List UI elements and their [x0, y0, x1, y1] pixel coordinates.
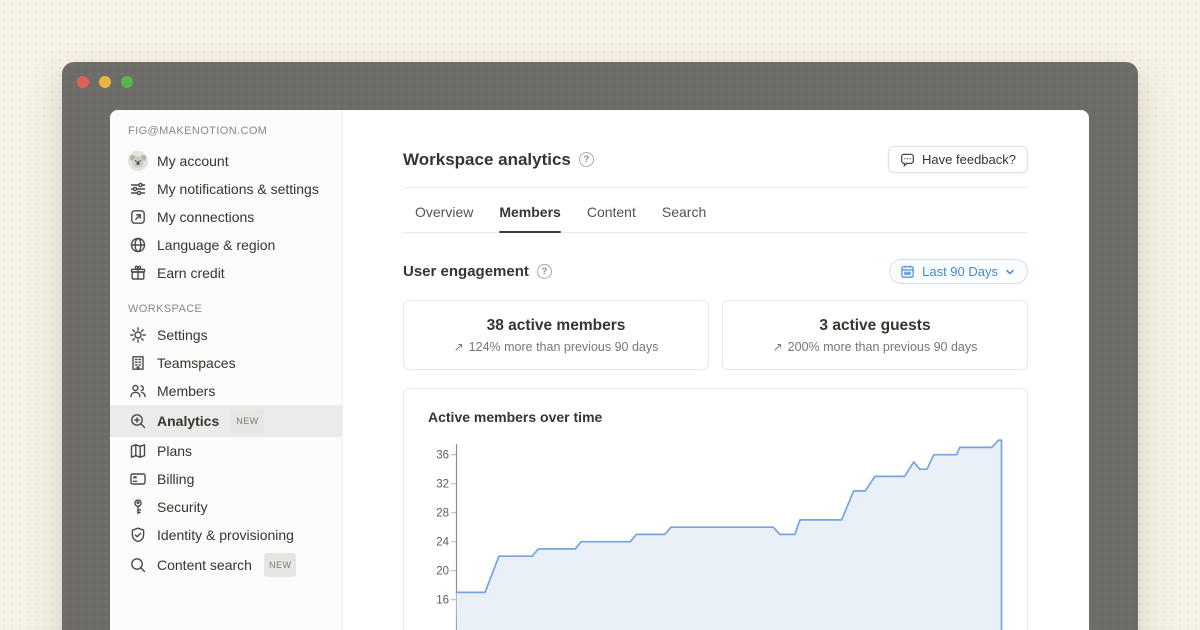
sidebar-item-plans[interactable]: Plans [110, 437, 342, 465]
map-icon [128, 441, 148, 461]
magnifier-icon [128, 555, 148, 575]
sidebar-item-billing[interactable]: Billing [110, 465, 342, 493]
sidebar-item-my-connections[interactable]: My connections [110, 203, 342, 231]
traffic-light-zoom[interactable] [121, 76, 133, 88]
date-range-label: Last 90 Days [922, 264, 998, 279]
tab-search[interactable]: Search [662, 198, 706, 232]
people-icon [128, 381, 148, 401]
active-guests-value: 3 active guests [819, 317, 930, 335]
svg-text:28: 28 [436, 508, 449, 520]
sidebar-item-security[interactable]: Security [110, 493, 342, 521]
sidebar-item-label: Settings [157, 325, 208, 345]
section-title: User engagement [403, 263, 529, 280]
sidebar-item-label: My connections [157, 207, 254, 227]
workspace-section-label: WORKSPACE [110, 303, 342, 315]
trend-up-icon: ↗ [773, 340, 783, 354]
svg-text:32: 32 [436, 479, 449, 491]
settings-modal: FIG@MAKENOTION.COM My account My notifica… [110, 110, 1089, 630]
sidebar-item-label: Language & region [157, 235, 275, 255]
sidebar-item-label: Earn credit [157, 263, 225, 283]
globe-icon [128, 235, 148, 255]
tab-content[interactable]: Content [587, 198, 636, 232]
shield-check-icon [128, 525, 148, 545]
traffic-light-minimize[interactable] [99, 76, 111, 88]
avatar-icon [128, 151, 148, 171]
chart-title: Active members over time [428, 409, 1027, 425]
trend-up-icon: ↗ [454, 340, 464, 354]
sidebar-item-settings[interactable]: Settings [110, 321, 342, 349]
new-badge: NEW [264, 553, 297, 577]
tab-overview[interactable]: Overview [415, 198, 473, 232]
account-email-label: FIG@MAKENOTION.COM [110, 125, 342, 137]
sidebar-item-label: My account [157, 151, 229, 171]
sidebar-item-label: Security [157, 497, 208, 517]
help-icon[interactable]: ? [579, 152, 594, 167]
credit-card-icon [128, 469, 148, 489]
window-controls [77, 76, 133, 88]
sidebar-item-label: Identity & provisioning [157, 525, 294, 545]
settings-sidebar: FIG@MAKENOTION.COM My account My notifica… [110, 110, 343, 630]
sidebar-item-label: Members [157, 381, 215, 401]
building-icon [128, 353, 148, 373]
sidebar-workspace-section: Settings Teamspaces Members Analytics NEW Pla… [110, 321, 342, 581]
svg-text:20: 20 [436, 566, 449, 578]
active-guests-stat-card: 3 active guests ↗ 200% more than previou… [722, 300, 1028, 370]
sidebar-item-analytics[interactable]: Analytics NEW [110, 405, 342, 437]
calendar-icon [900, 264, 915, 279]
magnifier-plus-icon [128, 411, 148, 431]
svg-text:36: 36 [436, 450, 449, 462]
gift-icon [128, 263, 148, 283]
sidebar-item-label: Teamspaces [157, 353, 236, 373]
key-icon [128, 497, 148, 517]
sidebar-item-label: My notifications & settings [157, 179, 319, 199]
sidebar-account-section: My account My notifications & settings My … [110, 147, 342, 287]
members-chart-card: Active members over time 16 20 24 28 32 36 [403, 388, 1028, 630]
sliders-icon [128, 179, 148, 199]
sidebar-item-my-notifications-settings[interactable]: My notifications & settings [110, 175, 342, 203]
main-panel: Workspace analytics ? Have feedback? [343, 110, 1089, 630]
sidebar-item-identity-provisioning[interactable]: Identity & provisioning [110, 521, 342, 549]
have-feedback-button[interactable]: Have feedback? [888, 146, 1028, 173]
have-feedback-label: Have feedback? [922, 152, 1016, 167]
header-divider [403, 187, 1028, 188]
active-members-chart: 16 20 24 28 32 36 [428, 438, 1027, 630]
chevron-down-icon [1005, 267, 1015, 277]
tab-members[interactable]: Members [499, 198, 560, 232]
active-members-change: ↗ 124% more than previous 90 days [454, 340, 659, 354]
feedback-bubble-icon [900, 152, 915, 167]
sidebar-item-teamspaces[interactable]: Teamspaces [110, 349, 342, 377]
sidebar-item-label: Analytics [157, 411, 219, 431]
svg-text:24: 24 [436, 537, 449, 549]
svg-text:16: 16 [436, 595, 449, 607]
traffic-light-close[interactable] [77, 76, 89, 88]
sidebar-item-label: Content search [157, 555, 252, 575]
date-range-dropdown[interactable]: Last 90 Days [889, 259, 1028, 284]
page-background: { "window": { "traffic_lights": [ { "nam… [0, 0, 1200, 630]
active-members-value: 38 active members [487, 317, 626, 335]
sidebar-item-members[interactable]: Members [110, 377, 342, 405]
sidebar-item-my-account[interactable]: My account [110, 147, 342, 175]
new-badge: NEW [231, 409, 264, 433]
sidebar-item-content-search[interactable]: Content search NEW [110, 549, 342, 581]
arrow-up-right-box-icon [128, 207, 148, 227]
sidebar-item-label: Billing [157, 469, 194, 489]
app-window: FIG@MAKENOTION.COM My account My notifica… [62, 62, 1138, 630]
sidebar-item-earn-credit[interactable]: Earn credit [110, 259, 342, 287]
active-guests-change: ↗ 200% more than previous 90 days [773, 340, 978, 354]
gear-icon [128, 325, 148, 345]
analytics-tabs: Overview Members Content Search [403, 198, 1028, 233]
page-title: Workspace analytics [403, 150, 571, 170]
sidebar-item-language-region[interactable]: Language & region [110, 231, 342, 259]
engagement-help-icon[interactable]: ? [537, 264, 552, 279]
sidebar-item-label: Plans [157, 441, 192, 461]
active-members-stat-card: 38 active members ↗ 124% more than previ… [403, 300, 709, 370]
